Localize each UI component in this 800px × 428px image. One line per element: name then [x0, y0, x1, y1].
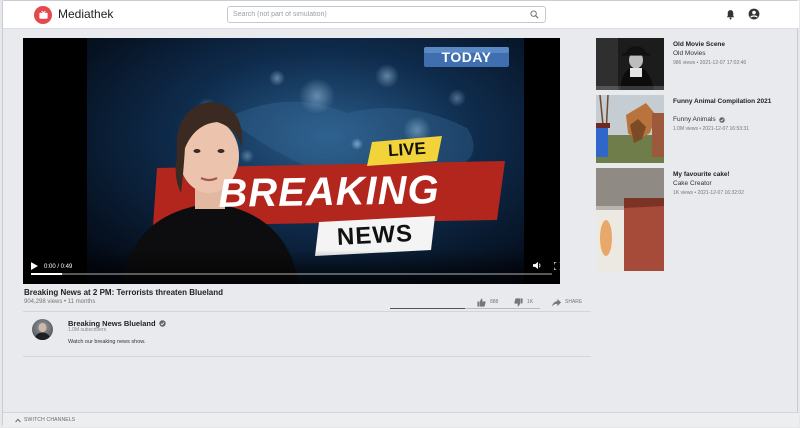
player-controls: 0:00 / 0:49 [23, 250, 560, 284]
app-window: Mediathek Search (not part of simulation… [2, 0, 799, 427]
time-display: 0:00 / 0:49 [44, 264, 73, 270]
timeline-progress [31, 273, 63, 275]
search-input[interactable] [228, 7, 518, 22]
divider [23, 356, 591, 357]
thumbs-up-icon [477, 297, 486, 307]
recommendation-title[interactable]: Old Movie Scene [673, 40, 783, 49]
recommendation-channel-name[interactable]: Old Movies [673, 50, 706, 57]
notifications-bell-icon[interactable] [725, 9, 736, 20]
channel-avatar[interactable] [32, 319, 53, 340]
video-title: Breaking News at 2 PM: Terrorists threat… [24, 288, 224, 297]
subscriber-count: 1.0M subscribers [68, 327, 107, 333]
like-count: 888 [490, 299, 499, 305]
recommendation-meta: 986 views • 2021-12-07 17:02:46 [673, 60, 747, 66]
recommendation-item[interactable]: My favourite cake! Cake Creator 1K views… [596, 168, 786, 272]
switch-channels-button[interactable]: SWITCH CHANNELS [15, 417, 75, 423]
recommendation-channel-name[interactable]: Funny Animals [673, 116, 716, 123]
divider [23, 311, 591, 312]
search-icon[interactable] [530, 10, 539, 19]
play-icon[interactable] [31, 262, 38, 270]
account-icon[interactable] [748, 8, 760, 20]
recommendation-channel[interactable]: Cake Creator [673, 180, 712, 187]
mediathek-logo-icon[interactable] [34, 6, 52, 24]
rating-bar [390, 308, 540, 309]
verified-check-icon [158, 320, 166, 327]
footer-bar: SWITCH CHANNELS [3, 412, 799, 427]
dislike-button[interactable]: 1K [514, 297, 533, 307]
search-box[interactable] [227, 6, 546, 23]
video-description: Watch our breaking news show. [68, 339, 146, 345]
volume-icon[interactable] [533, 261, 542, 270]
recommendation-channel[interactable]: Funny Animals [673, 116, 725, 123]
recommendation-meta: 1K views • 2021-12-07 16:32:02 [673, 190, 744, 196]
recommendation-thumbnail[interactable] [596, 95, 664, 163]
video-still [87, 38, 524, 284]
video-player[interactable]: TODAY LIVE BREAKING NEWS 0:00 / 0:49 [23, 38, 560, 284]
like-button[interactable]: 888 [477, 297, 498, 307]
recommendation-thumbnail[interactable] [596, 38, 664, 90]
today-overlay-text: TODAY [441, 49, 492, 65]
share-icon [552, 298, 561, 307]
dislike-count: 1K [527, 299, 534, 305]
thumbs-down-icon [514, 297, 523, 307]
recommendation-title[interactable]: My favourite cake! [673, 170, 783, 179]
switch-channels-label[interactable]: SWITCH CHANNELS [24, 417, 75, 423]
share-label: SHARE [565, 299, 583, 305]
recommendation-meta: 1.0M views • 2021-12-07 16:53:31 [673, 126, 749, 132]
video-meta: 904,298 views • 11 months [24, 299, 96, 305]
recommendation-title[interactable]: Funny Animal Compilation 2021 [673, 97, 783, 106]
fullscreen-icon[interactable] [554, 262, 560, 270]
video-frame[interactable]: TODAY LIVE BREAKING NEWS [87, 38, 524, 284]
recommendation-item[interactable]: Old Movie Scene Old Movies 986 views • 2… [596, 38, 786, 92]
timeline-scrubber[interactable] [31, 273, 552, 275]
recommendation-item[interactable]: Funny Animal Compilation 2021 Funny Anim… [596, 95, 786, 163]
verified-check-icon [718, 116, 725, 123]
rating-bar-fill [390, 308, 465, 309]
app-title: Mediathek [58, 7, 114, 21]
recommendation-channel[interactable]: Old Movies [673, 50, 706, 57]
recommendation-thumbnail[interactable] [596, 168, 664, 271]
recommendation-channel-name[interactable]: Cake Creator [673, 180, 712, 187]
breaking-overlay-text: BREAKING [217, 168, 441, 216]
share-button[interactable]: SHARE [552, 297, 582, 307]
top-bar: Mediathek [3, 1, 799, 29]
chevron-up-icon [15, 418, 21, 422]
